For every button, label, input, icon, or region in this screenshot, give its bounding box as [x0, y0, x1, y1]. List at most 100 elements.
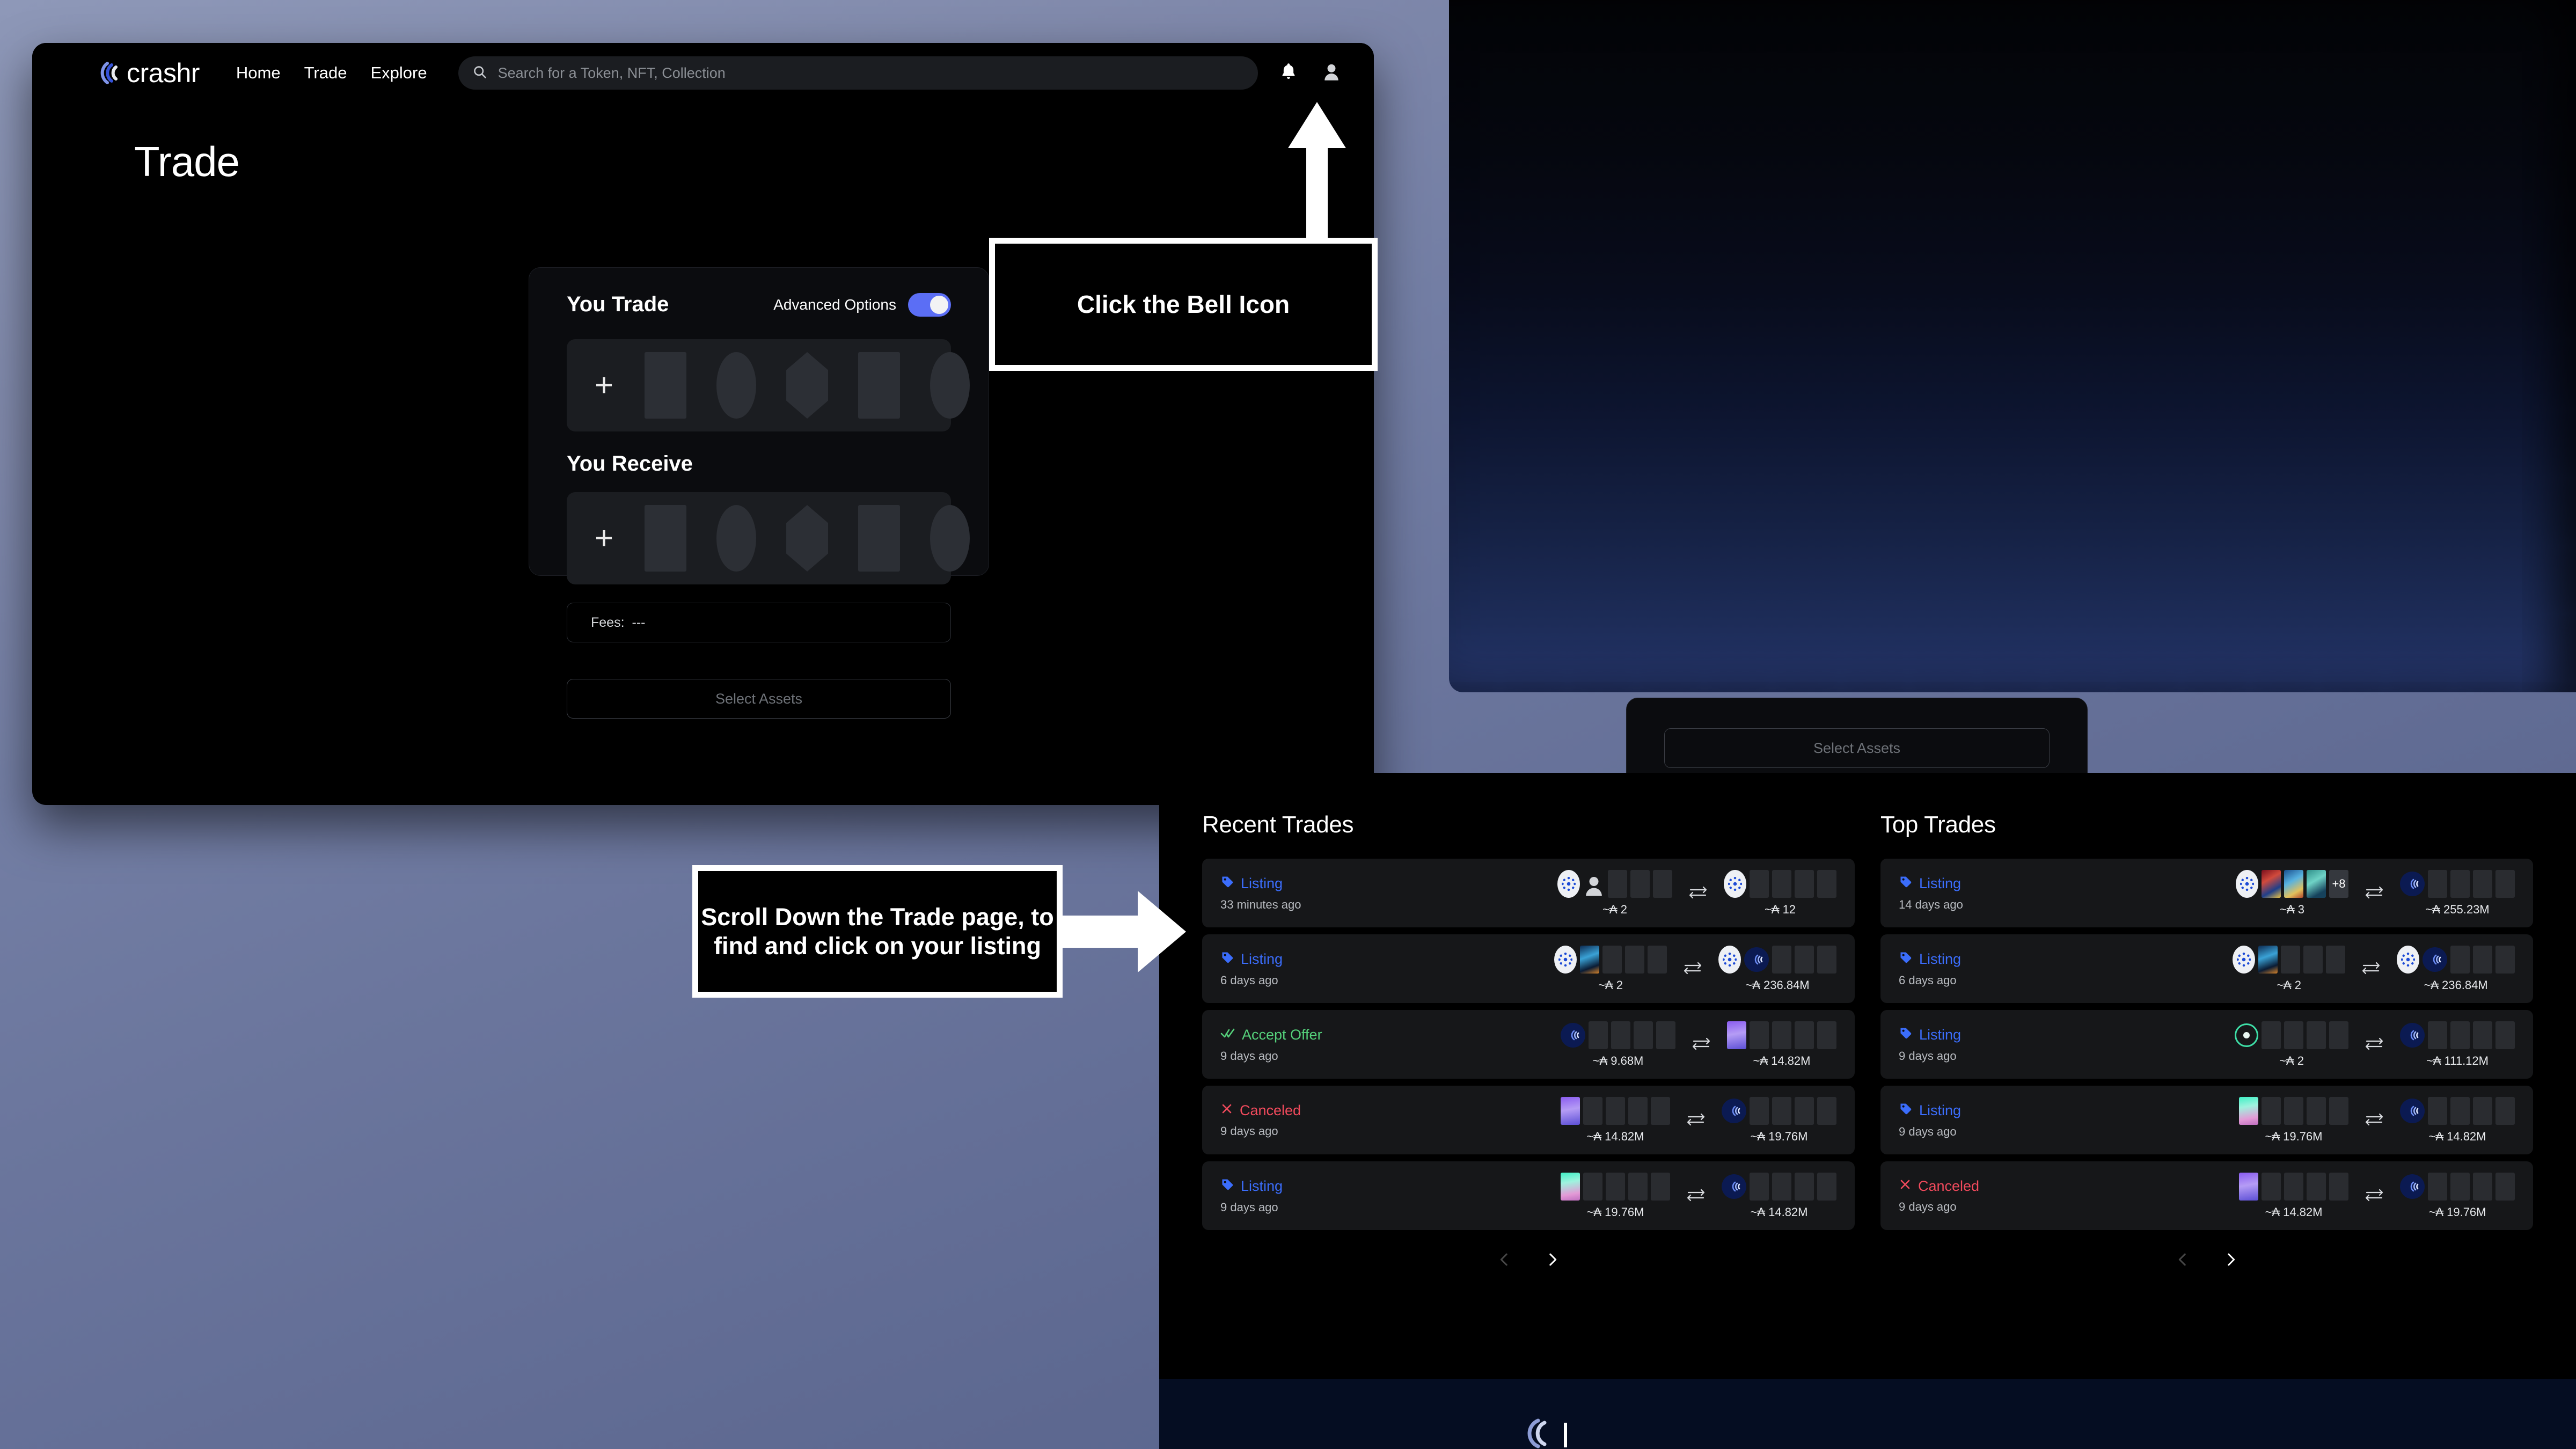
- plus-icon[interactable]: +: [595, 369, 613, 401]
- crashr-token-icon: [1722, 1098, 1746, 1123]
- brand-logo[interactable]: crashr: [91, 57, 200, 89]
- trade-side-get-amount: ~₳ 14.82M: [2428, 1129, 2486, 1143]
- trade-row[interactable]: Listing 6 days ago ~₳ 2 ~₳ 236.84M: [1880, 934, 2533, 1003]
- thumb-placeholder: [1795, 945, 1814, 974]
- chevron-left-icon-recent[interactable]: [1495, 1250, 1513, 1271]
- plus-icon-receive[interactable]: +: [595, 522, 613, 554]
- trade-timestamp: 6 days ago: [1220, 973, 1278, 987]
- trade-row-meta: Listing 6 days ago: [1220, 950, 1478, 987]
- thumb-placeholder: [1630, 869, 1650, 898]
- select-assets-button[interactable]: Select Assets: [567, 679, 951, 719]
- trade-timestamp: 6 days ago: [1899, 973, 1957, 987]
- trade-side-give-thumbs: +8: [2236, 869, 2348, 898]
- trade-timestamp: 9 days ago: [1899, 1124, 1957, 1138]
- advanced-options-toggle[interactable]: [908, 292, 951, 317]
- thumb-placeholder: [1795, 1172, 1814, 1201]
- trade-side-give-amount: ~₳ 2: [2279, 1053, 2304, 1067]
- window-footer: [1159, 1379, 2576, 1449]
- nft-thumbnail: [2239, 1172, 2258, 1201]
- trade-side-give: ~₳ 19.76M: [2239, 1096, 2348, 1144]
- x-icon: [1899, 1178, 1912, 1195]
- crashr-token-icon: [2400, 1022, 2425, 1048]
- thumb-placeholder: [2262, 1172, 2281, 1201]
- trade-side-give-amount: ~₳ 14.82M: [2265, 1205, 2323, 1219]
- trade-assets: ~₳ 14.82M ~₳ 19.76M: [1561, 1096, 1836, 1144]
- bell-icon[interactable]: [1279, 62, 1298, 84]
- trade-status: Listing: [1899, 1026, 2156, 1044]
- thumb-placeholder: [2329, 1172, 2348, 1201]
- top-navigation-bar: crashr Home Trade Explore: [32, 43, 1374, 103]
- thumb-placeholder: [2496, 869, 2515, 898]
- trade-row[interactable]: Listing 6 days ago ~₳ 2 ~₳ 236.84M: [1202, 934, 1855, 1003]
- nft-thumbnail: [2258, 945, 2278, 974]
- swap-icon: [1685, 1111, 1707, 1130]
- nav-link-explore[interactable]: Explore: [370, 63, 427, 83]
- thumb-placeholder: [2450, 1021, 2470, 1049]
- nft-thumbnail: [2284, 869, 2303, 898]
- trade-timestamp: 14 days ago: [1899, 897, 1963, 911]
- trade-side-get-amount: ~₳ 255.23M: [2425, 902, 2490, 916]
- trade-side-get-thumbs: [1722, 1096, 1836, 1125]
- thumb-placeholder: [2450, 945, 2470, 974]
- thumb-placeholder: [1817, 869, 1836, 898]
- nav-link-trade[interactable]: Trade: [304, 63, 347, 83]
- trade-row-meta: Accept Offer 9 days ago: [1220, 1026, 1478, 1063]
- thumb-placeholder: [1625, 945, 1644, 974]
- trade-row[interactable]: Listing 9 days ago ~₳ 2 ~₳ 111.12M: [1880, 1010, 2533, 1079]
- background-select-assets-button[interactable]: Select Assets: [1664, 728, 2050, 768]
- swap-icon: [2363, 884, 2385, 903]
- user-avatar-icon[interactable]: [1322, 62, 1341, 84]
- trade-row[interactable]: Listing 9 days ago ~₳ 19.76M ~₳ 14.82M: [1202, 1161, 1855, 1230]
- nft-thumbnail: [1580, 945, 1599, 974]
- trade-side-give-thumbs: [1561, 1021, 1675, 1049]
- trade-side-get-thumbs: [1722, 1172, 1836, 1201]
- trade-side-give: +8 ~₳ 3: [2236, 869, 2348, 917]
- double-check-icon: [1220, 1026, 1235, 1044]
- crashr-token-icon: [1561, 1022, 1585, 1048]
- trade-row[interactable]: Listing 14 days ago +8 ~₳ 3 ~₳ 255.23M: [1880, 859, 2533, 927]
- thumb-placeholder: [1772, 1096, 1791, 1125]
- trade-row[interactable]: Canceled 9 days ago ~₳ 14.82M ~₳ 19.76M: [1880, 1161, 2533, 1230]
- chevron-right-icon-recent[interactable]: [1543, 1250, 1562, 1271]
- you-trade-asset-box[interactable]: +: [567, 339, 970, 431]
- ada-token-icon: [1554, 945, 1577, 974]
- nav-icon-group: [1279, 62, 1362, 84]
- search-bar[interactable]: [458, 56, 1258, 90]
- thumb-placeholder: [1817, 1172, 1836, 1201]
- trade-status: Listing: [1220, 875, 1478, 892]
- chevron-right-icon-top[interactable]: [2222, 1250, 2240, 1271]
- trade-status: Listing: [1899, 875, 2156, 892]
- advanced-options-control: Advanced Options: [773, 292, 951, 317]
- fees-row: Fees: ---: [567, 603, 951, 642]
- trade-assets: ~₳ 2 ~₳ 236.84M: [2233, 945, 2515, 992]
- recent-trades-list: Listing 33 minutes ago ~₳ 2 ~₳ 12 Listin…: [1202, 859, 1855, 1230]
- thumb-placeholder: [1611, 1021, 1630, 1049]
- thumb-placeholder: [1817, 1021, 1836, 1049]
- ada-token-icon: [2236, 869, 2258, 898]
- swap-icon: [2363, 1035, 2385, 1054]
- trade-row[interactable]: Listing 9 days ago ~₳ 19.76M ~₳ 14.82M: [1880, 1086, 2533, 1154]
- search-input[interactable]: [497, 64, 1244, 82]
- nav-link-home[interactable]: Home: [236, 63, 281, 83]
- trade-row[interactable]: Listing 33 minutes ago ~₳ 2 ~₳ 12: [1202, 859, 1855, 927]
- nft-thumbnail: [1561, 1172, 1580, 1201]
- trade-status: Accept Offer: [1220, 1026, 1478, 1044]
- toggle-knob: [930, 295, 948, 314]
- swap-icon: [2363, 1111, 2385, 1130]
- recent-trades-title: Recent Trades: [1202, 811, 1354, 838]
- trade-side-give: ~₳ 19.76M: [1561, 1172, 1670, 1219]
- trade-status-label: Listing: [1241, 950, 1283, 967]
- you-receive-asset-box[interactable]: +: [567, 492, 970, 584]
- trade-row[interactable]: Canceled 9 days ago ~₳ 14.82M ~₳ 19.76M: [1202, 1086, 1855, 1154]
- chevron-left-icon-top[interactable]: [2174, 1250, 2192, 1271]
- trade-assets: ~₳ 14.82M ~₳ 19.76M: [2239, 1172, 2515, 1219]
- trade-side-get-amount: ~₳ 236.84M: [1745, 978, 1810, 992]
- nft-thumbnail: [2239, 1096, 2258, 1125]
- trade-row[interactable]: Accept Offer 9 days ago ~₳ 9.68M ~₳ 14.8…: [1202, 1010, 1855, 1079]
- thumb-placeholder: [2496, 1096, 2515, 1125]
- thumb-placeholder: [1817, 1096, 1836, 1125]
- thumb-placeholder: [2450, 1172, 2470, 1201]
- nft-thumbnail: [2262, 869, 2281, 898]
- trade-side-get: ~₳ 19.76M: [2400, 1172, 2515, 1219]
- thumb-placeholder: [2329, 1021, 2348, 1049]
